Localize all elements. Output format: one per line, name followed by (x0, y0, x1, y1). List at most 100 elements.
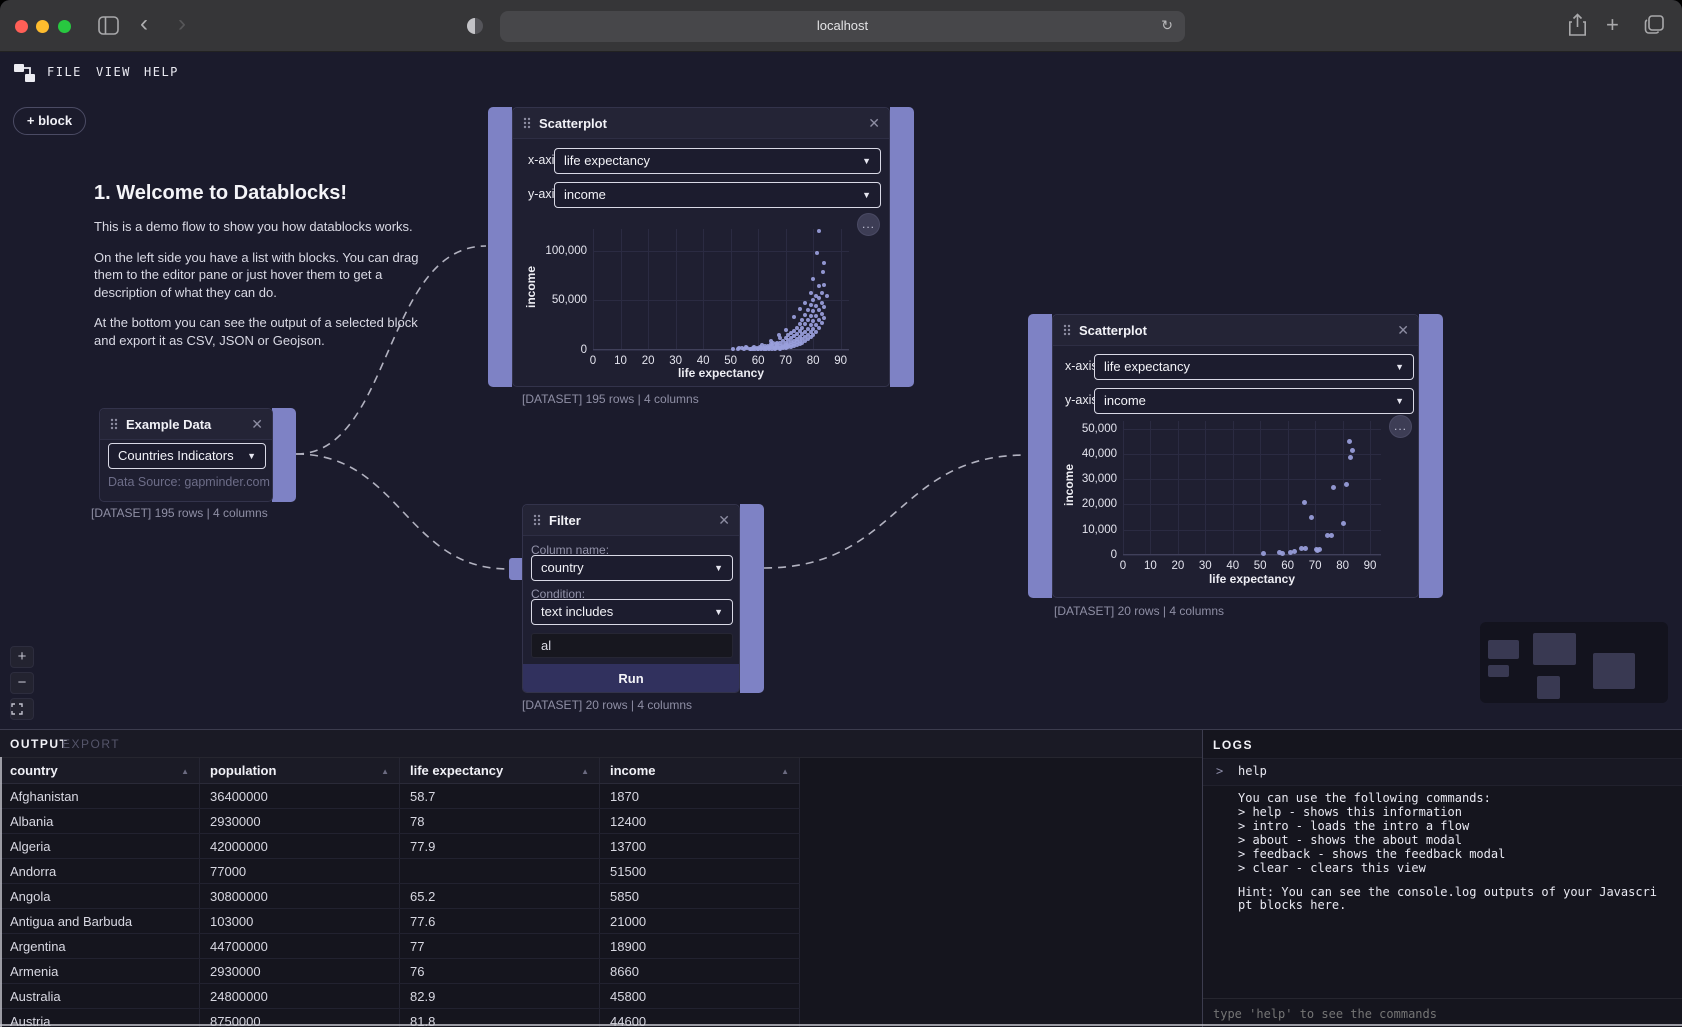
table-cell: 2930000 (200, 959, 400, 983)
run-button[interactable]: Run (523, 664, 739, 692)
chevron-down-icon: ▼ (714, 600, 723, 624)
url-bar[interactable]: localhost ↻ (500, 11, 1185, 42)
table-cell: 24800000 (200, 984, 400, 1008)
table-cell: Armenia (0, 959, 200, 983)
logs-panel: LOGS >helpYou can use the following comm… (1202, 730, 1682, 1027)
y-tick-label: 100,000 (527, 245, 587, 257)
table-row[interactable]: Armenia2930000768660 (0, 959, 800, 984)
table-cell: 12400 (600, 809, 800, 833)
menu-item-view[interactable]: VIEW (96, 65, 131, 79)
scatter-point (820, 321, 824, 325)
scatter-point (817, 229, 821, 233)
back-icon[interactable]: ‹ (140, 10, 148, 38)
zoom-out-button[interactable]: − (10, 672, 34, 694)
log-line: Hint: You can see the console.log output… (1238, 886, 1674, 900)
table-row[interactable]: Angola3080000065.25850 (0, 884, 800, 909)
node-header[interactable]: Example Data ✕ (100, 409, 272, 440)
sort-icon[interactable]: ▲ (181, 767, 189, 776)
traffic-light-zoom[interactable] (58, 20, 71, 33)
node-header[interactable]: Filter ✕ (523, 505, 739, 536)
column-header[interactable]: life expectancy▲ (400, 758, 600, 783)
table-row[interactable]: Albania29300007812400 (0, 809, 800, 834)
scrollbar-horizontal[interactable] (0, 1024, 1682, 1026)
filter-value-input[interactable] (531, 633, 733, 658)
node-filter[interactable]: Filter ✕ Column name: country ▼ Conditio… (522, 504, 740, 693)
logs-body: >helpYou can use the following commands:… (1203, 758, 1682, 913)
fit-view-button[interactable] (10, 698, 34, 720)
menu-item-file[interactable]: FILE (47, 65, 82, 79)
tab-export[interactable]: EXPORT (62, 737, 120, 751)
table-row[interactable]: Australia2480000082.945800 (0, 984, 800, 1009)
table-row[interactable]: Antigua and Barbuda10300077.621000 (0, 909, 800, 934)
column-select-value: country (541, 560, 584, 575)
app-logo (13, 62, 36, 83)
x-axis-title: life expectancy (1123, 572, 1381, 586)
tab-output[interactable]: OUTPUT (10, 737, 68, 751)
sort-icon[interactable]: ▲ (781, 767, 789, 776)
table-row[interactable]: Argentina447000007718900 (0, 934, 800, 959)
share-icon[interactable] (1568, 13, 1587, 37)
input-handle[interactable] (488, 107, 512, 387)
table-cell: 44700000 (200, 934, 400, 958)
log-command-text: help (1238, 764, 1267, 778)
table-cell: 30800000 (200, 884, 400, 908)
node-title: Filter (549, 513, 581, 528)
new-tab-icon[interactable]: + (1606, 12, 1619, 38)
minimap[interactable] (1480, 622, 1668, 703)
table-cell: 18900 (600, 934, 800, 958)
output-handle[interactable] (740, 504, 764, 693)
table-row[interactable]: Afghanistan3640000058.71870 (0, 784, 800, 809)
output-handle[interactable] (272, 408, 296, 502)
traffic-light-close[interactable] (15, 20, 28, 33)
output-handle[interactable] (1419, 314, 1443, 598)
table-cell: 77 (400, 934, 600, 958)
scrollbar-vertical[interactable] (0, 757, 2, 1027)
dataset-select[interactable]: Countries Indicators ▼ (108, 443, 266, 469)
scatter-point (792, 315, 796, 319)
reload-icon[interactable]: ↻ (1161, 17, 1173, 34)
flow-canvas[interactable]: + block 1. Welcome to Datablocks! This i… (0, 94, 1682, 729)
site-privacy-icon[interactable] (466, 17, 484, 35)
drag-handle-icon[interactable] (533, 514, 541, 526)
x-tick-label: 50 (719, 355, 743, 367)
table-row[interactable]: Algeria4200000077.913700 (0, 834, 800, 859)
drag-handle-icon[interactable] (110, 418, 118, 430)
scatter-point (809, 314, 813, 318)
x-tick-label: 80 (1331, 560, 1355, 572)
table-cell: 8660 (600, 959, 800, 983)
close-icon[interactable]: ✕ (718, 512, 730, 529)
output-handle[interactable] (890, 107, 914, 387)
scatter-point (784, 328, 788, 332)
close-icon[interactable]: ✕ (251, 416, 263, 433)
menu-item-help[interactable]: HELP (144, 65, 179, 79)
sort-icon[interactable]: ▲ (581, 767, 589, 776)
node-caption: [DATASET] 195 rows | 4 columns (522, 392, 699, 406)
node-scatterplot-2[interactable]: Scatterplot ✕ x-axis life expectancy ▼ y… (1052, 314, 1419, 598)
forward-icon[interactable]: › (178, 10, 186, 38)
y-tick-label: 50,000 (527, 294, 587, 306)
node-caption: [DATASET] 20 rows | 4 columns (522, 698, 692, 712)
more-options-button[interactable]: ... (857, 213, 880, 236)
tab-overview-icon[interactable] (1644, 14, 1665, 35)
table-row[interactable]: Andorra7700051500 (0, 859, 800, 884)
x-tick-label: 0 (581, 355, 605, 367)
traffic-light-minimize[interactable] (36, 20, 49, 33)
zoom-in-button[interactable]: + (10, 646, 34, 668)
sidebar-toggle-icon[interactable] (98, 16, 119, 35)
node-scatterplot-1[interactable]: Scatterplot ✕ x-axis life expectancy ▼ y… (512, 107, 890, 387)
more-options-button[interactable]: ... (1389, 415, 1412, 438)
column-header[interactable]: population▲ (200, 758, 400, 783)
log-line: > about - shows the about modal (1238, 834, 1674, 848)
table-cell: 1870 (600, 784, 800, 808)
table-cell: Australia (0, 984, 200, 1008)
column-header[interactable]: country▲ (0, 758, 200, 783)
sort-icon[interactable]: ▲ (381, 767, 389, 776)
column-select[interactable]: country ▼ (531, 555, 733, 581)
add-block-button[interactable]: + block (13, 107, 86, 135)
node-example-data[interactable]: Example Data ✕ Countries Indicators ▼ Da… (99, 408, 273, 502)
column-header[interactable]: income▲ (600, 758, 800, 783)
scatter-point (809, 291, 813, 295)
input-handle[interactable] (1028, 314, 1052, 598)
condition-select[interactable]: text includes ▼ (531, 599, 733, 625)
logs-command-input[interactable] (1203, 998, 1682, 1027)
